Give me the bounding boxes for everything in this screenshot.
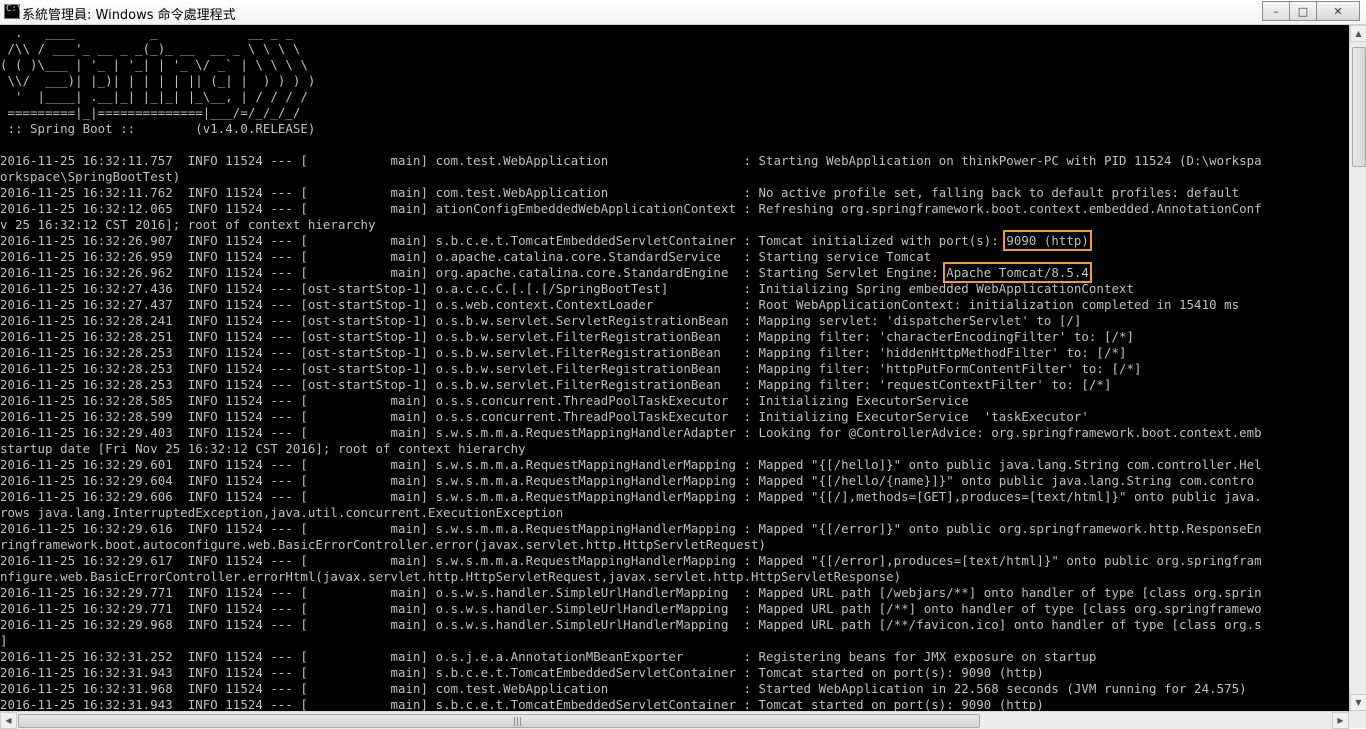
console-line: 2016-11-25 16:32:26.959 INFO 11524 --- [… bbox=[0, 249, 932, 264]
console-line: 2016-11-25 16:32:28.253 INFO 11524 --- [… bbox=[0, 377, 1112, 392]
console-line: . ____ _ __ _ _ bbox=[0, 25, 293, 40]
cmd-window: C:\ 系統管理員: Windows 命令處理程式 – □ ✕ . ____ _… bbox=[0, 0, 1366, 729]
cmd-icon[interactable]: C:\ bbox=[4, 4, 22, 19]
window-controls: – □ ✕ bbox=[1262, 1, 1360, 21]
console-line: 2016-11-25 16:32:27.436 INFO 11524 --- [… bbox=[0, 281, 1134, 296]
console-line: ' |____| .__|_| |_|_| |_\__, | / / / / bbox=[0, 89, 308, 104]
maximize-button[interactable]: □ bbox=[1289, 1, 1317, 21]
horizontal-scroll-thumb[interactable]: ||| bbox=[18, 714, 980, 728]
console-line: v 25 16:32:12 CST 2016]; root of context… bbox=[0, 217, 376, 232]
console-line: orkspace\SpringBootTest) bbox=[0, 169, 181, 184]
scroll-down-icon[interactable]: ▼ bbox=[1350, 694, 1366, 711]
console-line: 2016-11-25 16:32:12.065 INFO 11524 --- [… bbox=[0, 201, 1262, 216]
minimize-button[interactable]: – bbox=[1262, 1, 1290, 21]
console-line: 2016-11-25 16:32:29.403 INFO 11524 --- [… bbox=[0, 425, 1262, 440]
console-line: 2016-11-25 16:32:28.253 INFO 11524 --- [… bbox=[0, 345, 1127, 360]
resize-corner bbox=[1349, 711, 1366, 728]
console-line: 2016-11-25 16:32:28.251 INFO 11524 --- [… bbox=[0, 329, 1134, 344]
console-line: 2016-11-25 16:32:29.606 INFO 11524 --- [… bbox=[0, 489, 1262, 504]
console-line: :: Spring Boot :: (v1.4.0.RELEASE) bbox=[0, 121, 316, 136]
console-line: 2016-11-25 16:32:29.771 INFO 11524 --- [… bbox=[0, 585, 1262, 600]
console-line: 2016-11-25 16:32:11.762 INFO 11524 --- [… bbox=[0, 185, 1240, 200]
console-line: 2016-11-25 16:32:31.943 INFO 11524 --- [… bbox=[0, 665, 1044, 680]
console-line: 2016-11-25 16:32:11.757 INFO 11524 --- [… bbox=[0, 153, 1262, 168]
console-line: 2016-11-25 16:32:29.604 INFO 11524 --- [… bbox=[0, 473, 1255, 488]
console-line: nfigure.web.BasicErrorController.errorHt… bbox=[0, 569, 902, 584]
console-line: /\\ / ___'_ __ _ _(_)_ __ __ _ \ \ \ \ bbox=[0, 41, 301, 56]
console-line: \\/ ___)| |_)| | | | | || (_| | ) ) ) ) bbox=[0, 73, 316, 88]
console-line: ] bbox=[0, 633, 8, 648]
scroll-left-icon[interactable]: ◀ bbox=[0, 712, 17, 729]
console-line: 2016-11-25 16:32:31.968 INFO 11524 --- [… bbox=[0, 681, 1247, 696]
console-output[interactable]: . ____ _ __ _ _ /\\ / ___'_ __ _ _(_)_ _… bbox=[0, 25, 1349, 711]
console-line: 2016-11-25 16:32:28.253 INFO 11524 --- [… bbox=[0, 361, 1142, 376]
console-line: 2016-11-25 16:32:29.617 INFO 11524 --- [… bbox=[0, 553, 1262, 568]
console-line: 2016-11-25 16:32:26.962 INFO 11524 --- [… bbox=[0, 262, 1092, 283]
console-line: =========|_|==============|___/=/_/_/_/ bbox=[0, 105, 301, 120]
highlight-box: 9090 (http) bbox=[1003, 230, 1092, 251]
console-line: 2016-11-25 16:32:27.437 INFO 11524 --- [… bbox=[0, 297, 1240, 312]
console-line: 2016-11-25 16:32:29.968 INFO 11524 --- [… bbox=[0, 617, 1262, 632]
horizontal-scrollbar[interactable]: ◀ ||| ▶ bbox=[0, 711, 1349, 729]
close-button[interactable]: ✕ bbox=[1316, 1, 1360, 21]
console-line: 2016-11-25 16:32:28.599 INFO 11524 --- [… bbox=[0, 409, 1089, 424]
console-line: 2016-11-25 16:32:29.616 INFO 11524 --- [… bbox=[0, 521, 1262, 536]
scroll-right-icon[interactable]: ▶ bbox=[1332, 712, 1349, 729]
title-bar[interactable]: C:\ 系統管理員: Windows 命令處理程式 – □ ✕ bbox=[0, 0, 1366, 25]
console-line: 2016-11-25 16:32:31.252 INFO 11524 --- [… bbox=[0, 649, 1097, 664]
console-line: 2016-11-25 16:32:28.241 INFO 11524 --- [… bbox=[0, 313, 1082, 328]
vertical-scroll-thumb[interactable] bbox=[1352, 47, 1366, 167]
console-lines: . ____ _ __ _ _ /\\ / ___'_ __ _ _(_)_ _… bbox=[0, 25, 1262, 711]
vertical-scrollbar[interactable]: ▲ ▼ bbox=[1349, 25, 1366, 711]
console-line: rows java.lang.InterruptedException,java… bbox=[0, 505, 564, 520]
highlight-box: Apache Tomcat/8.5.4 bbox=[943, 262, 1092, 283]
scroll-grip-icon: ||| bbox=[513, 717, 523, 727]
console-line: 2016-11-25 16:32:28.585 INFO 11524 --- [… bbox=[0, 393, 969, 408]
console-line: 2016-11-25 16:32:31.943 INFO 11524 --- [… bbox=[0, 697, 1044, 711]
console-line: ringframework.boot.autoconfigure.web.Bas… bbox=[0, 537, 766, 552]
window-title: 系統管理員: Windows 命令處理程式 bbox=[22, 8, 236, 23]
console-line: ( ( )\___ | '_ | '_| | '_ \/ _` | \ \ \ … bbox=[0, 57, 308, 72]
console-line: 2016-11-25 16:32:29.601 INFO 11524 --- [… bbox=[0, 457, 1262, 472]
console-line: 2016-11-25 16:32:29.771 INFO 11524 --- [… bbox=[0, 601, 1262, 616]
console-line: startup date [Fri Nov 25 16:32:12 CST 20… bbox=[0, 441, 526, 456]
scroll-up-icon[interactable]: ▲ bbox=[1350, 25, 1366, 42]
console-line: 2016-11-25 16:32:26.907 INFO 11524 --- [… bbox=[0, 230, 1092, 251]
